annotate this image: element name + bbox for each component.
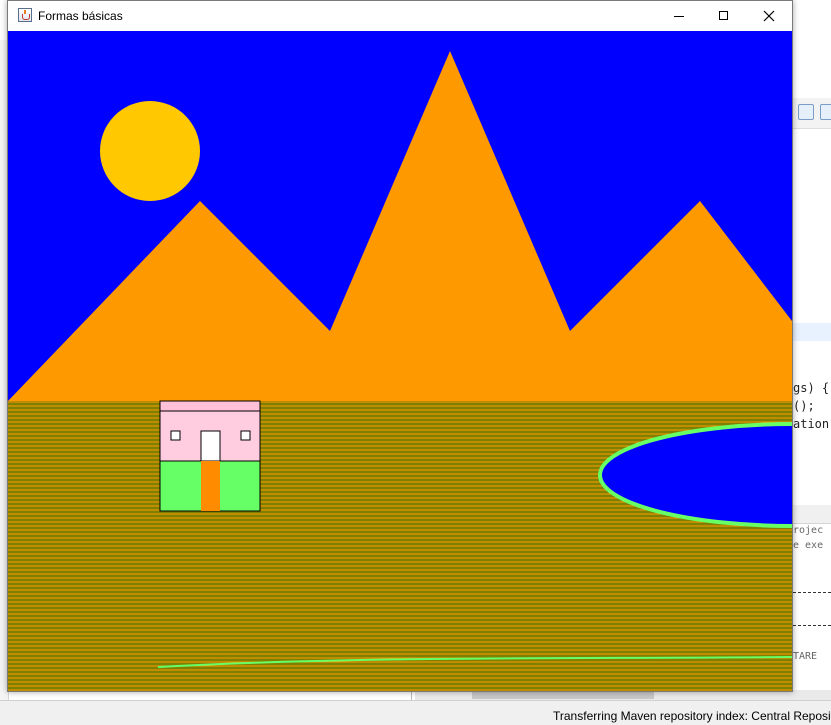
maximize-button[interactable] xyxy=(701,1,747,31)
house-door-top xyxy=(200,430,221,462)
ide-output-tab-bar xyxy=(792,505,831,524)
code-line: gs) { xyxy=(793,381,830,395)
house-window xyxy=(170,430,181,441)
minimize-button[interactable] xyxy=(656,1,702,31)
drawing-canvas xyxy=(8,31,792,691)
java-cup-icon[interactable] xyxy=(18,8,32,22)
close-button[interactable] xyxy=(746,1,792,31)
output-divider xyxy=(793,592,831,593)
close-icon xyxy=(763,10,775,22)
window-title: Formas básicas xyxy=(38,9,123,23)
code-line: ation xyxy=(793,417,830,431)
maximize-icon xyxy=(719,11,728,20)
house xyxy=(159,400,261,512)
toolbar-tool-icon[interactable] xyxy=(798,104,814,120)
ide-panel-divider xyxy=(411,692,412,700)
output-divider xyxy=(793,625,831,626)
house-window xyxy=(240,430,251,441)
scene-drawing xyxy=(8,31,792,691)
status-text: Transferring Maven repository index: Cen… xyxy=(553,709,831,723)
house-door xyxy=(201,461,220,511)
ide-current-line-highlight xyxy=(792,323,831,341)
app-window: Formas básicas xyxy=(7,0,793,692)
minimize-icon xyxy=(674,16,684,17)
code-line: (); xyxy=(793,399,815,413)
output-line: rojec xyxy=(793,525,824,536)
title-bar[interactable]: Formas básicas xyxy=(8,1,792,31)
toolbar-tool-icon[interactable] xyxy=(820,104,831,120)
ide-editor-toolbar xyxy=(792,98,831,129)
output-line: TARE xyxy=(793,651,818,662)
ide-scrollbar-thumb[interactable] xyxy=(472,692,654,699)
house-roof xyxy=(159,400,261,412)
output-line: e exe xyxy=(793,540,824,551)
sun xyxy=(100,101,200,201)
